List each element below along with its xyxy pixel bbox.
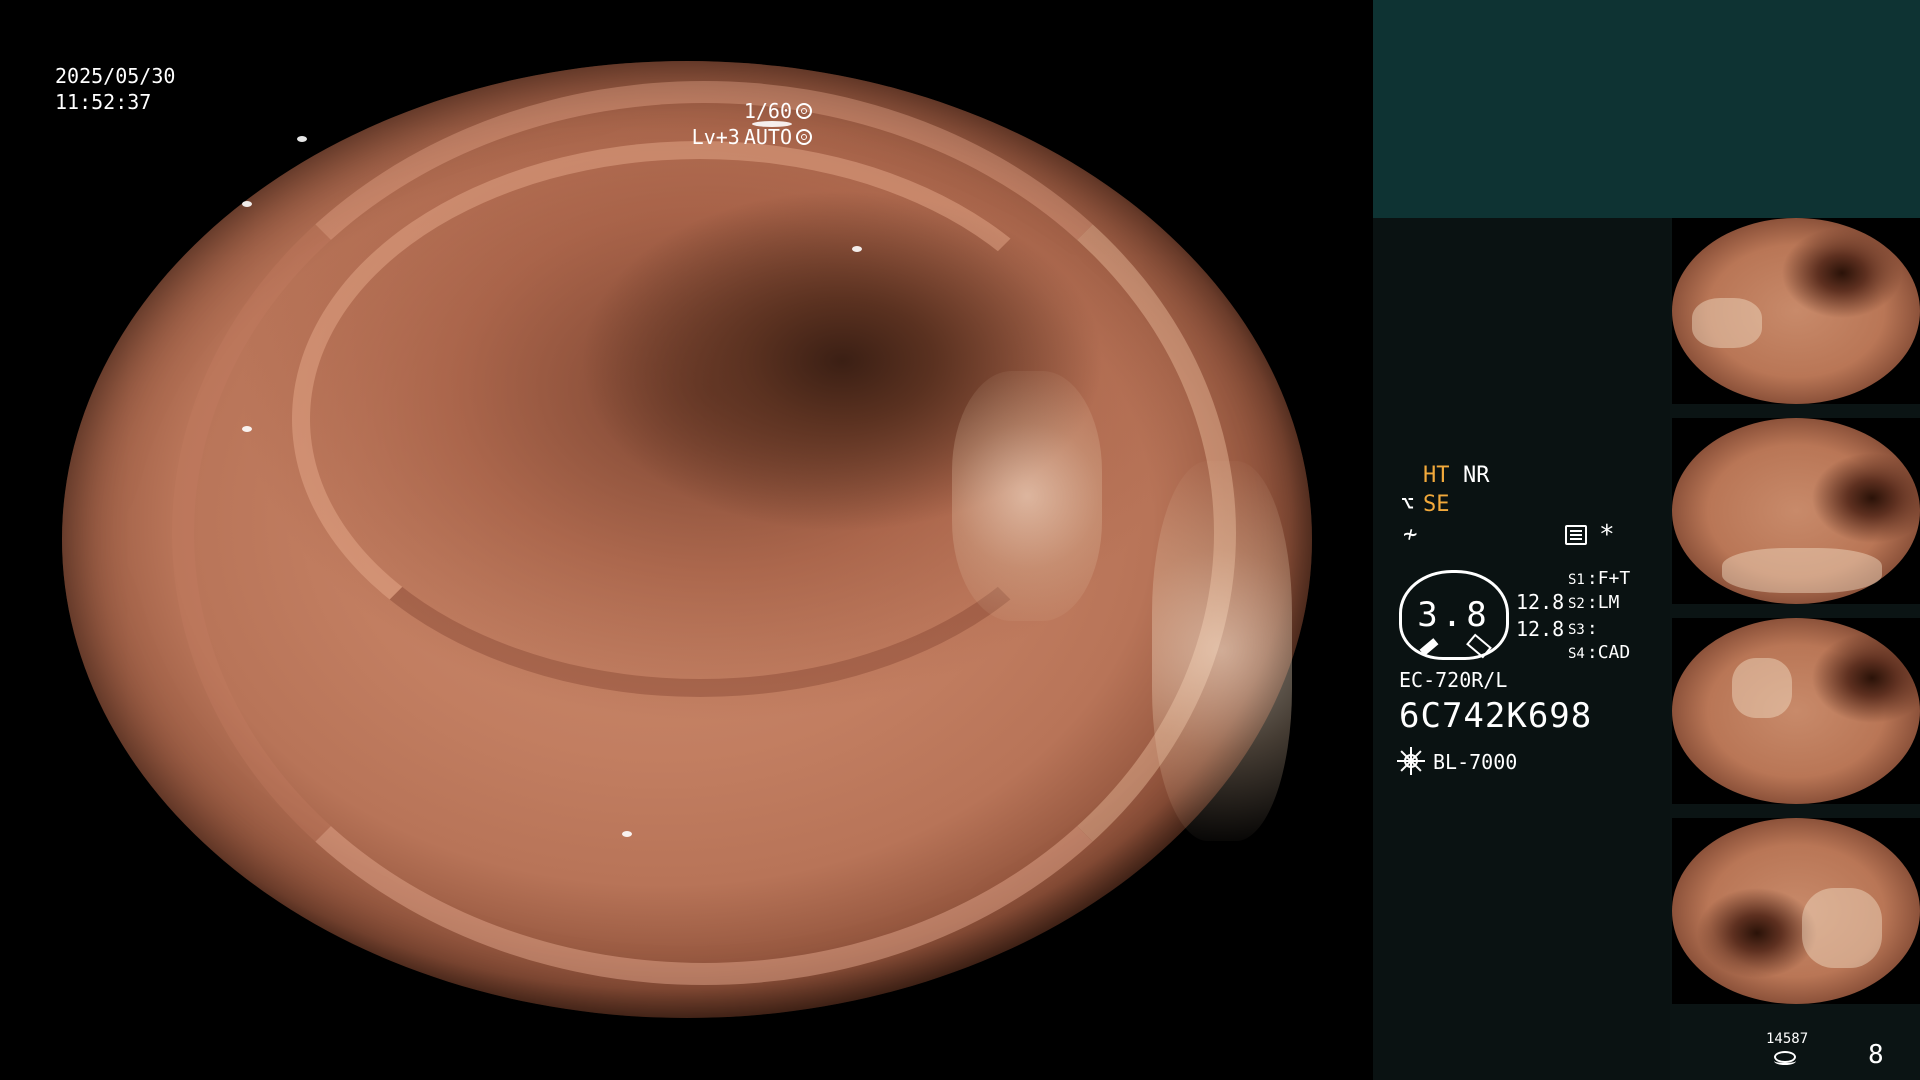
switch-value: LM <box>1597 592 1620 613</box>
captured-thumbnail[interactable] <box>1672 818 1920 1004</box>
bubbles-region <box>1692 298 1762 348</box>
bubbles-region <box>1802 888 1882 968</box>
time-text: 11:52:37 <box>55 90 152 114</box>
captured-thumbnail[interactable] <box>1672 418 1920 604</box>
nr-indicator: NR <box>1463 463 1490 488</box>
freeze-icon: ≁ <box>1403 520 1418 548</box>
switch-key: S1 <box>1568 572 1585 588</box>
specular-highlight <box>622 831 632 837</box>
bubbles-region <box>1732 658 1792 718</box>
zoom-gauge: 3.8 <box>1399 570 1509 660</box>
switch-s1: S1:F+T <box>1568 568 1631 589</box>
menu-icon[interactable] <box>1565 525 1587 545</box>
scope-icon: ⌥ <box>1401 492 1415 517</box>
captured-thumbnail[interactable] <box>1672 618 1920 804</box>
specular-highlight <box>242 426 252 432</box>
captured-thumbnail[interactable] <box>1672 218 1920 404</box>
value-readout-1: 12.8 <box>1516 590 1565 614</box>
specular-highlight <box>242 201 252 207</box>
level-text: Lv+3 <box>691 125 740 149</box>
exposure-overlay: 1/60 Lv+3 AUTO <box>692 98 812 150</box>
switch-key: S4 <box>1568 646 1585 662</box>
asterisk-indicator: * <box>1599 520 1615 550</box>
datetime-overlay: 2025/05/30 11:52:37 <box>55 63 175 115</box>
switch-s2: S2:LM <box>1568 592 1620 613</box>
endoscopic-live-image[interactable] <box>62 61 1312 1018</box>
shutter-icon <box>796 103 812 119</box>
switch-s3: S3: <box>1568 618 1598 639</box>
switch-key: S2 <box>1568 596 1585 612</box>
bubbles-region <box>952 371 1102 621</box>
bubbles-region <box>1722 548 1882 593</box>
value-readout-2: 12.8 <box>1516 617 1565 641</box>
se-indicator: SE <box>1423 492 1450 517</box>
thumbnail-image <box>1672 818 1920 1004</box>
scope-model: EC-720R/L <box>1399 668 1508 692</box>
scope-serial: 6C742K698 <box>1399 696 1593 736</box>
shutter-speed-text: 1/60 <box>743 99 792 123</box>
disk-icon <box>1774 1051 1796 1065</box>
switch-value: F+T <box>1597 568 1631 589</box>
switch-s4: S4:CAD <box>1568 642 1631 663</box>
specular-highlight <box>852 246 862 252</box>
processor-status: HT NR ⌥ SE ≁ * 3.8 12.8 12.8 S1:F+T S2:L… <box>1373 218 1670 1080</box>
panel-header-area <box>1373 0 1920 218</box>
switch-key: S3 <box>1568 622 1585 638</box>
ht-indicator: HT <box>1423 463 1450 488</box>
switch-value: CAD <box>1597 642 1631 663</box>
date-text: 2025/05/30 <box>55 64 176 88</box>
gauge-marker-left <box>1419 638 1439 656</box>
light-source-icon <box>1397 747 1425 775</box>
endoscope-viewport: 2025/05/30 11:52:37 1/60 Lv+3 AUTO <box>0 0 1372 1080</box>
image-count: 14587 <box>1766 1031 1809 1047</box>
bubbles-region <box>1152 461 1292 841</box>
light-source-model: BL-7000 <box>1433 750 1518 774</box>
mode-text: AUTO <box>743 125 792 149</box>
gauge-marker-right <box>1466 633 1492 659</box>
thumbnail-image <box>1672 618 1920 804</box>
auto-iris-icon <box>796 129 812 145</box>
gauge-value: 3.8 <box>1417 595 1491 635</box>
specular-highlight <box>297 136 307 142</box>
page-number: 8 <box>1868 1040 1884 1070</box>
